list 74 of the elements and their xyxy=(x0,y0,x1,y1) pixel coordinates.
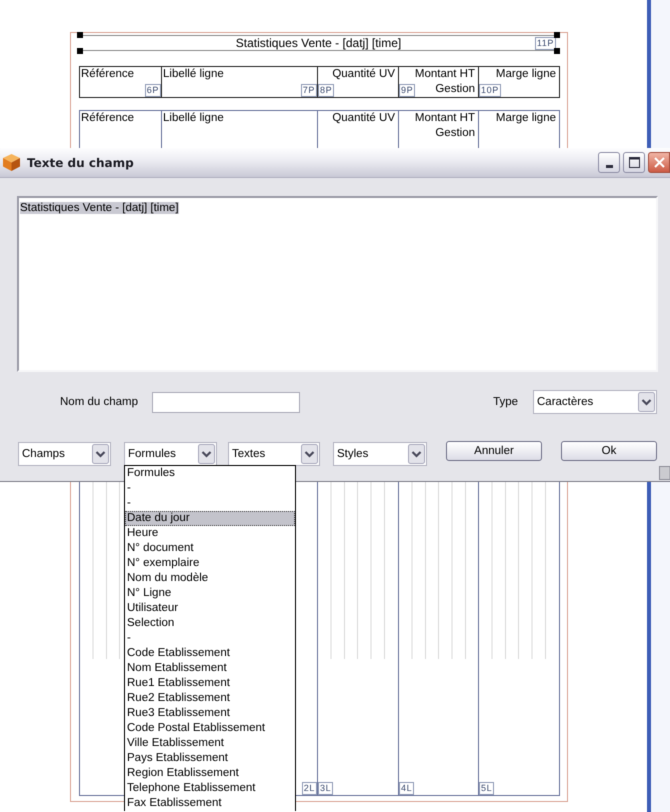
dropdown-option[interactable]: Heure xyxy=(125,526,295,541)
dropdown-option[interactable]: Rue1 Etablissement xyxy=(125,676,295,691)
column-label: Marge ligne xyxy=(494,67,557,82)
chevron-down-icon[interactable] xyxy=(408,444,425,464)
dropdown-option[interactable]: Fax Etablissement xyxy=(125,796,295,811)
column-label: Référence xyxy=(80,111,136,126)
text-area[interactable]: Statistiques Vente - [datj] [time] xyxy=(17,196,658,372)
field-tag: 8P xyxy=(318,84,334,97)
field-label: Type xyxy=(493,396,518,408)
column-label: Libellé ligne xyxy=(162,67,225,82)
field-tag: 4L xyxy=(399,782,414,795)
selection-handle-icon[interactable] xyxy=(77,48,83,54)
dropdown-option[interactable]: Formules xyxy=(125,466,295,481)
dropdown[interactable]: Styles xyxy=(333,442,427,466)
dropdown-option[interactable]: N° exemplaire xyxy=(125,556,295,571)
selection-handle-icon[interactable] xyxy=(77,32,83,38)
dropdown[interactable]: Champs xyxy=(18,442,111,466)
maximize-icon xyxy=(628,157,640,168)
field-tag: 9P xyxy=(399,84,416,97)
dropdown-option[interactable]: Utilisateur xyxy=(125,601,295,616)
dropdown-option[interactable]: Telephone Etablissement xyxy=(125,781,295,796)
dropdown-option[interactable]: - xyxy=(125,631,295,646)
column-label: Quantité UV xyxy=(331,111,396,126)
field-tag: 6P xyxy=(144,84,161,97)
selection-handle-icon[interactable] xyxy=(554,32,560,38)
input-field[interactable] xyxy=(152,392,300,412)
type-dropdown[interactable]: Caractères xyxy=(533,390,657,414)
dialog-button[interactable]: Annuler xyxy=(446,441,542,461)
dropdown-option[interactable]: - xyxy=(125,496,295,511)
chevron-down-icon[interactable] xyxy=(92,444,109,464)
cube-icon xyxy=(2,153,21,172)
minimize-button[interactable] xyxy=(598,152,620,173)
dropdown-option[interactable]: Nom Etablissement xyxy=(125,661,295,676)
window-title: Texte du champ xyxy=(27,156,134,170)
field-tag: 3L xyxy=(318,782,334,795)
close-icon xyxy=(654,157,664,168)
field-tag: 5L xyxy=(479,782,494,795)
dropdown-option[interactable]: Selection xyxy=(125,616,295,631)
column-label: Marge ligne xyxy=(494,111,557,126)
chevron-down-icon[interactable] xyxy=(301,444,318,464)
column-label: Montant HT Gestion xyxy=(414,111,476,141)
dropdown-option[interactable]: Ville Etablissement xyxy=(125,736,295,751)
field-tag: 2L xyxy=(302,782,317,795)
text-selection: Statistiques Vente - [datj] [time] xyxy=(20,202,179,214)
column-label: Montant HT Gestion xyxy=(414,67,476,97)
field-tag: 7P xyxy=(300,84,317,97)
dropdown-option[interactable]: Rue2 Etablissement xyxy=(125,691,295,706)
dropdown-option[interactable]: Region Etablissement xyxy=(125,766,295,781)
dropdown-option[interactable]: Code Postal Etablissement xyxy=(125,721,295,736)
dropdown-option[interactable]: Rue3 Etablissement xyxy=(125,706,295,721)
dropdown-option[interactable]: N° Ligne xyxy=(125,586,295,601)
field-tag: 11P xyxy=(534,36,556,50)
dropdown-option[interactable]: Date du jour xyxy=(125,511,295,526)
dropdown-option[interactable]: Code Etablissement xyxy=(125,646,295,661)
minimize-icon xyxy=(606,165,612,168)
dialog-button[interactable]: Ok xyxy=(561,441,657,461)
column-label: Quantité UV xyxy=(331,67,396,82)
band-title: Statistiques Vente - [datj] [time] xyxy=(236,36,402,50)
selection-handle-icon[interactable] xyxy=(554,48,560,54)
column-label: Libellé ligne xyxy=(162,111,225,126)
chevron-down-icon[interactable] xyxy=(638,392,655,412)
close-button[interactable] xyxy=(648,152,670,173)
resize-grip-icon[interactable] xyxy=(659,466,670,480)
dropdown-option[interactable]: Nom du modèle xyxy=(125,571,295,586)
dropdown-option[interactable]: - xyxy=(125,481,295,496)
dropdown-option[interactable]: N° document xyxy=(125,541,295,556)
field-tag: 10P xyxy=(479,84,501,97)
column-label: Référence xyxy=(80,67,136,82)
field-label: Nom du champ xyxy=(60,396,139,408)
title-band[interactable]: Statistiques Vente - [datj] [time] 11P xyxy=(78,35,559,51)
maximize-button[interactable] xyxy=(623,152,645,173)
chevron-down-icon[interactable] xyxy=(198,444,215,464)
dropdown[interactable]: Textes xyxy=(228,442,320,466)
dropdown-option[interactable]: Pays Etablissement xyxy=(125,751,295,766)
